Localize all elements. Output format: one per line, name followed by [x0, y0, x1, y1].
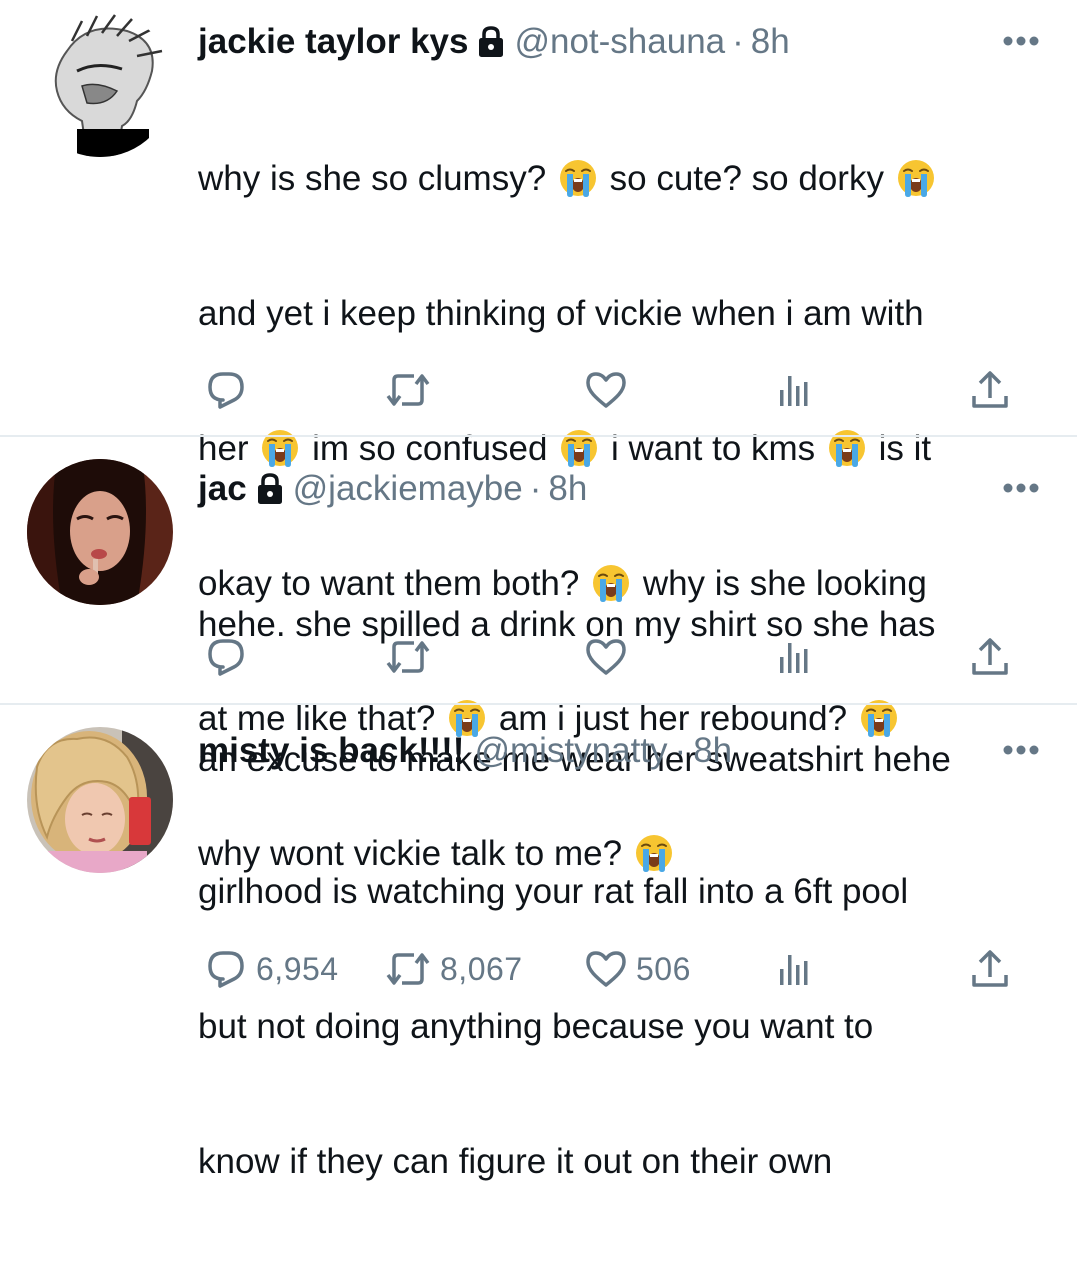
retweet-count: 8,067	[440, 950, 523, 987]
tweet-actions	[198, 635, 1028, 679]
tweet-text-line: and yet i keep thinking of vickie when i…	[198, 291, 1048, 336]
user-handle[interactable]: @mistynatty	[474, 729, 667, 773]
tweet-text-line: girlhood is watching your rat fall into …	[198, 872, 909, 911]
retweet-button[interactable]: 8,067	[384, 947, 523, 991]
more-horizontal-icon[interactable]	[1003, 34, 1039, 48]
like-button[interactable]: 506	[584, 947, 691, 991]
analytics-icon	[774, 635, 814, 679]
tweet-text-line: why is she so clumsy? so cute? so dorky	[198, 156, 1048, 201]
like-button[interactable]	[584, 635, 636, 679]
avatar[interactable]	[27, 11, 173, 157]
separator-dot: ·	[529, 469, 542, 508]
analytics-icon	[774, 947, 814, 991]
heart-icon	[584, 635, 628, 679]
share-button[interactable]	[968, 635, 1012, 679]
retweet-icon	[384, 635, 432, 679]
analytics-button[interactable]	[774, 947, 814, 991]
text-segment: why is she so clumsy?	[198, 159, 547, 198]
heart-icon	[584, 947, 628, 991]
separator-dot: ·	[674, 731, 687, 770]
separator-dot: ·	[732, 22, 744, 61]
tweet-header: jackie taylor kys @not-shauna · 8h	[198, 20, 790, 64]
share-button[interactable]	[968, 947, 1012, 991]
share-button[interactable]	[968, 368, 1012, 412]
analytics-button[interactable]	[774, 635, 814, 679]
timestamp[interactable]: 8h	[693, 729, 732, 773]
avatar[interactable]	[27, 727, 173, 873]
loudly-crying-face-emoji	[558, 158, 598, 198]
timestamp[interactable]: 8h	[548, 467, 587, 511]
reply-count: 6,954	[256, 950, 339, 987]
loudly-crying-face-emoji	[896, 158, 936, 198]
display-name[interactable]: misty is back!!!!	[198, 729, 464, 773]
analytics-icon	[774, 368, 814, 412]
retweet-icon	[384, 368, 432, 412]
display-name[interactable]: jackie taylor kys	[198, 20, 468, 64]
reply-icon	[204, 635, 248, 679]
tweet[interactable]: jac @jackiemaybe · 8h hehe. she spilled …	[0, 437, 1077, 779]
timeline: jackie taylor kys @not-shauna · 8h why i…	[0, 0, 1077, 1181]
tweet-header: misty is back!!!! @mistynatty · 8h	[198, 729, 732, 773]
timestamp[interactable]: 8h	[751, 20, 790, 64]
reply-icon	[204, 947, 248, 991]
retweet-button[interactable]	[384, 635, 440, 679]
reply-icon	[204, 368, 248, 412]
tweet-text: girlhood is watching your rat fall into …	[198, 779, 1048, 1274]
tweet-text-line: but not doing anything because you want …	[198, 1007, 874, 1046]
lock-icon	[255, 472, 285, 506]
like-count: 506	[636, 950, 691, 987]
tweet-actions: 6,954 8,067 506	[198, 947, 1028, 991]
reply-button[interactable]: 6,954	[204, 947, 339, 991]
like-button[interactable]	[584, 368, 636, 412]
reply-button[interactable]	[204, 368, 256, 412]
tweet-header: jac @jackiemaybe · 8h	[198, 467, 587, 511]
lock-icon	[476, 25, 506, 59]
reply-button[interactable]	[204, 635, 256, 679]
tweet[interactable]: jackie taylor kys @not-shauna · 8h why i…	[0, 0, 1077, 873]
more-horizontal-icon[interactable]	[1003, 481, 1039, 495]
heart-icon	[584, 368, 628, 412]
user-handle[interactable]: @jackiemaybe	[293, 467, 523, 511]
tweet-text-line: know if they can figure it out on their …	[198, 1142, 833, 1181]
user-handle[interactable]: @not-shauna	[514, 20, 725, 64]
more-horizontal-icon[interactable]	[1003, 743, 1039, 757]
text-segment: and yet i keep thinking of vickie when i…	[198, 294, 924, 333]
retweet-button[interactable]	[384, 368, 440, 412]
share-icon	[968, 635, 1012, 679]
retweet-icon	[384, 947, 432, 991]
share-icon	[968, 947, 1012, 991]
analytics-button[interactable]	[774, 368, 814, 412]
text-segment: so cute? so dorky	[609, 159, 884, 198]
display-name[interactable]: jac	[198, 467, 247, 511]
tweet-actions	[198, 368, 1028, 412]
tweet[interactable]: misty is back!!!! @mistynatty · 8h girlh…	[0, 705, 1077, 1181]
share-icon	[968, 368, 1012, 412]
avatar[interactable]	[27, 459, 173, 605]
